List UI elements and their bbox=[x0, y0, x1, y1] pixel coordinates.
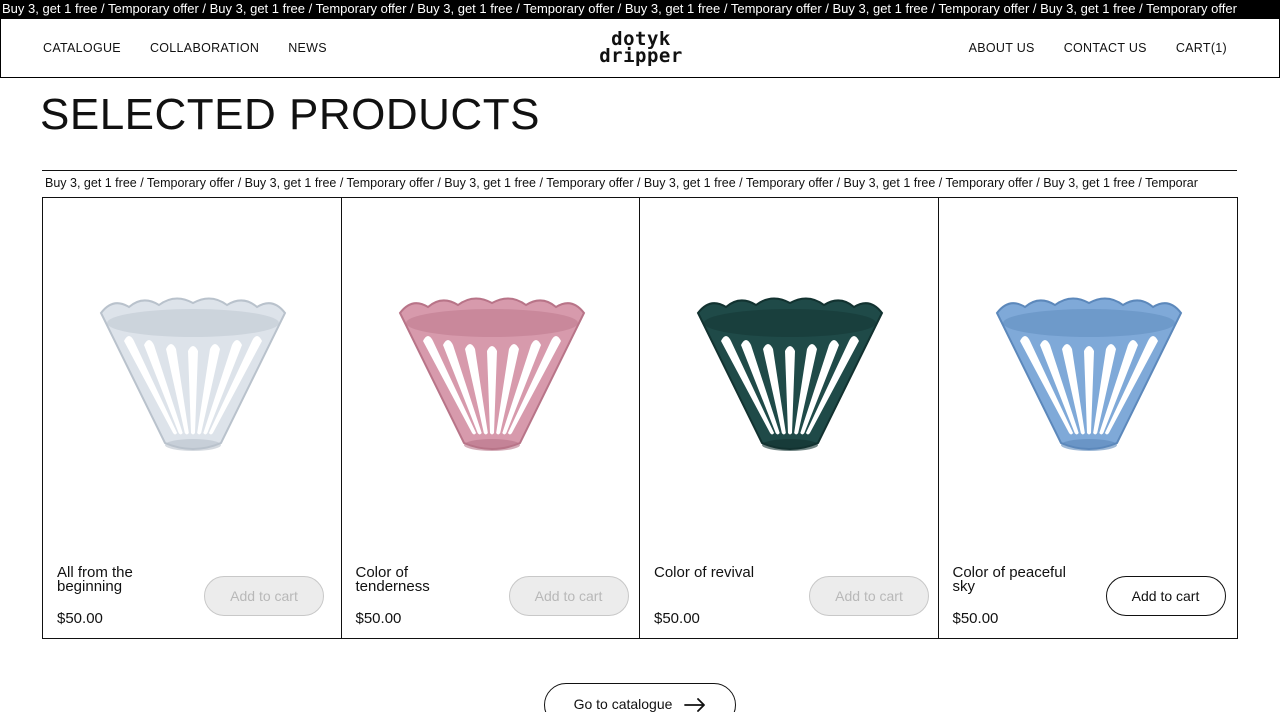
add-to-cart-button[interactable]: Add to cart bbox=[204, 576, 324, 616]
product-grid: All from the beginning $50.00 Add to car… bbox=[42, 197, 1238, 639]
product-card[interactable]: Color of peaceful sky $50.00 Add to cart bbox=[939, 198, 1238, 638]
add-to-cart-button[interactable]: Add to cart bbox=[508, 576, 629, 616]
arrow-right-icon bbox=[684, 698, 706, 712]
product-name[interactable]: Color of tenderness bbox=[356, 565, 476, 594]
logo-line-2: dripper bbox=[599, 45, 683, 67]
product-name[interactable]: Color of peaceful sky bbox=[953, 565, 1088, 594]
product-card[interactable]: Color of revival $50.00 Add to cart bbox=[640, 198, 939, 638]
go-to-catalogue-label: Go to catalogue bbox=[573, 696, 673, 712]
page-title: SELECTED PRODUCTS bbox=[40, 90, 540, 139]
product-image[interactable] bbox=[989, 283, 1189, 463]
nav-catalogue[interactable]: CATALOGUE bbox=[43, 41, 121, 55]
nav-collaboration[interactable]: COLLABORATION bbox=[150, 41, 259, 55]
product-card[interactable]: All from the beginning $50.00 Add to car… bbox=[43, 198, 342, 638]
add-to-cart-button[interactable]: Add to cart bbox=[809, 576, 929, 616]
nav-about-us[interactable]: ABOUT US bbox=[969, 41, 1035, 55]
promo-ticker-top: Buy 3, get 1 free / Temporary offer / Bu… bbox=[0, 0, 1280, 18]
product-image[interactable] bbox=[392, 283, 592, 463]
product-image[interactable] bbox=[93, 283, 293, 463]
site-header: CATALOGUE COLLABORATION NEWS dotyk dripp… bbox=[0, 18, 1280, 78]
nav-cart[interactable]: CART(1) bbox=[1176, 41, 1227, 55]
add-to-cart-button[interactable]: Add to cart bbox=[1105, 576, 1226, 616]
product-price: $50.00 bbox=[57, 610, 103, 627]
nav-news[interactable]: NEWS bbox=[288, 41, 327, 55]
nav-right: ABOUT US CONTACT US CART(1) bbox=[940, 19, 1227, 77]
promo-ticker-mid: Buy 3, get 1 free / Temporary offer / Bu… bbox=[42, 170, 1237, 197]
product-name[interactable]: All from the beginning bbox=[57, 565, 177, 594]
product-image[interactable] bbox=[690, 283, 890, 463]
product-price: $50.00 bbox=[654, 610, 700, 627]
product-price: $50.00 bbox=[952, 610, 999, 627]
nav-contact-us[interactable]: CONTACT US bbox=[1064, 41, 1147, 55]
product-price: $50.00 bbox=[355, 610, 402, 627]
product-name[interactable]: Color of revival bbox=[654, 565, 794, 580]
go-to-catalogue-button[interactable]: Go to catalogue bbox=[544, 683, 736, 712]
product-card[interactable]: Color of tenderness $50.00 Add to cart bbox=[342, 198, 640, 638]
site-logo[interactable]: dotyk dripper bbox=[591, 30, 691, 67]
nav-left: CATALOGUE COLLABORATION NEWS bbox=[43, 19, 356, 77]
